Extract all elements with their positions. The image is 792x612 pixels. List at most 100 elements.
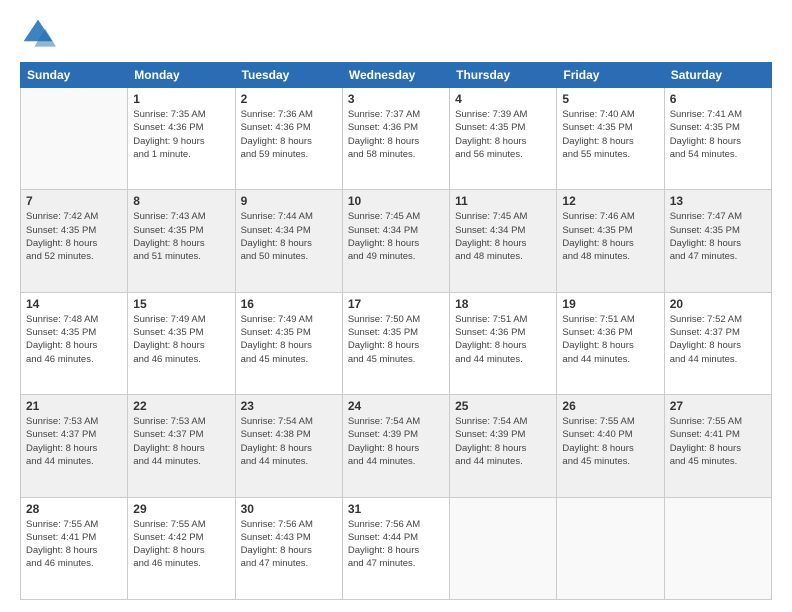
day-number: 3	[348, 92, 444, 106]
calendar-cell	[664, 497, 771, 599]
day-info: Sunrise: 7:52 AMSunset: 4:37 PMDaylight:…	[670, 313, 766, 366]
day-number: 12	[562, 194, 658, 208]
calendar-cell: 27 Sunrise: 7:55 AMSunset: 4:41 PMDayligh…	[664, 395, 771, 497]
day-info: Sunrise: 7:45 AMSunset: 4:34 PMDaylight:…	[455, 210, 551, 263]
day-info: Sunrise: 7:55 AMSunset: 4:40 PMDaylight:…	[562, 415, 658, 468]
calendar-cell	[21, 88, 128, 190]
calendar-header-thursday: Thursday	[450, 63, 557, 88]
day-info: Sunrise: 7:55 AMSunset: 4:41 PMDaylight:…	[670, 415, 766, 468]
day-number: 6	[670, 92, 766, 106]
day-number: 31	[348, 502, 444, 516]
day-info: Sunrise: 7:35 AMSunset: 4:36 PMDaylight:…	[133, 108, 229, 161]
calendar-cell: 31 Sunrise: 7:56 AMSunset: 4:44 PMDayligh…	[342, 497, 449, 599]
calendar-week-4: 21 Sunrise: 7:53 AMSunset: 4:37 PMDayligh…	[21, 395, 772, 497]
calendar-header-monday: Monday	[128, 63, 235, 88]
calendar-header-saturday: Saturday	[664, 63, 771, 88]
day-number: 1	[133, 92, 229, 106]
day-info: Sunrise: 7:40 AMSunset: 4:35 PMDaylight:…	[562, 108, 658, 161]
calendar-cell: 2Sunrise: 7:36 AMSunset: 4:36 PMDaylight…	[235, 88, 342, 190]
calendar-header-sunday: Sunday	[21, 63, 128, 88]
day-info: Sunrise: 7:49 AMSunset: 4:35 PMDaylight:…	[133, 313, 229, 366]
calendar-cell: 1 Sunrise: 7:35 AMSunset: 4:36 PMDaylight…	[128, 88, 235, 190]
day-number: 14	[26, 297, 122, 311]
day-number: 13	[670, 194, 766, 208]
day-number: 7	[26, 194, 122, 208]
day-info: Sunrise: 7:43 AMSunset: 4:35 PMDaylight:…	[133, 210, 229, 263]
day-number: 25	[455, 399, 551, 413]
day-number: 23	[241, 399, 337, 413]
day-number: 17	[348, 297, 444, 311]
day-info: Sunrise: 7:54 AMSunset: 4:38 PMDaylight:…	[241, 415, 337, 468]
day-number: 28	[26, 502, 122, 516]
calendar-header-wednesday: Wednesday	[342, 63, 449, 88]
day-info: Sunrise: 7:49 AMSunset: 4:35 PMDaylight:…	[241, 313, 337, 366]
calendar-cell	[557, 497, 664, 599]
day-info: Sunrise: 7:48 AMSunset: 4:35 PMDaylight:…	[26, 313, 122, 366]
calendar-cell: 20 Sunrise: 7:52 AMSunset: 4:37 PMDayligh…	[664, 292, 771, 394]
day-number: 26	[562, 399, 658, 413]
day-number: 16	[241, 297, 337, 311]
calendar-cell: 30Sunrise: 7:56 AMSunset: 4:43 PMDayligh…	[235, 497, 342, 599]
day-info: Sunrise: 7:45 AMSunset: 4:34 PMDaylight:…	[348, 210, 444, 263]
calendar-cell: 9 Sunrise: 7:44 AMSunset: 4:34 PMDaylight…	[235, 190, 342, 292]
calendar-cell: 21 Sunrise: 7:53 AMSunset: 4:37 PMDayligh…	[21, 395, 128, 497]
calendar-cell: 13 Sunrise: 7:47 AMSunset: 4:35 PMDayligh…	[664, 190, 771, 292]
calendar-cell: 24Sunrise: 7:54 AMSunset: 4:39 PMDayligh…	[342, 395, 449, 497]
day-info: Sunrise: 7:53 AMSunset: 4:37 PMDaylight:…	[26, 415, 122, 468]
day-number: 27	[670, 399, 766, 413]
calendar-cell: 22Sunrise: 7:53 AMSunset: 4:37 PMDayligh…	[128, 395, 235, 497]
day-number: 20	[670, 297, 766, 311]
calendar-cell: 7 Sunrise: 7:42 AMSunset: 4:35 PMDaylight…	[21, 190, 128, 292]
calendar-header-row: SundayMondayTuesdayWednesdayThursdayFrid…	[21, 63, 772, 88]
day-number: 15	[133, 297, 229, 311]
day-number: 19	[562, 297, 658, 311]
calendar-header-tuesday: Tuesday	[235, 63, 342, 88]
day-info: Sunrise: 7:47 AMSunset: 4:35 PMDaylight:…	[670, 210, 766, 263]
calendar-cell: 25 Sunrise: 7:54 AMSunset: 4:39 PMDayligh…	[450, 395, 557, 497]
day-number: 29	[133, 502, 229, 516]
day-info: Sunrise: 7:55 AMSunset: 4:42 PMDaylight:…	[133, 518, 229, 571]
calendar-cell: 15 Sunrise: 7:49 AMSunset: 4:35 PMDayligh…	[128, 292, 235, 394]
day-info: Sunrise: 7:36 AMSunset: 4:36 PMDaylight:…	[241, 108, 337, 161]
day-info: Sunrise: 7:41 AMSunset: 4:35 PMDaylight:…	[670, 108, 766, 161]
calendar-cell: 12 Sunrise: 7:46 AMSunset: 4:35 PMDayligh…	[557, 190, 664, 292]
day-info: Sunrise: 7:53 AMSunset: 4:37 PMDaylight:…	[133, 415, 229, 468]
day-info: Sunrise: 7:44 AMSunset: 4:34 PMDaylight:…	[241, 210, 337, 263]
calendar-cell: 8 Sunrise: 7:43 AMSunset: 4:35 PMDaylight…	[128, 190, 235, 292]
day-number: 30	[241, 502, 337, 516]
day-number: 5	[562, 92, 658, 106]
calendar-week-3: 14 Sunrise: 7:48 AMSunset: 4:35 PMDayligh…	[21, 292, 772, 394]
calendar-week-5: 28 Sunrise: 7:55 AMSunset: 4:41 PMDayligh…	[21, 497, 772, 599]
calendar-cell	[450, 497, 557, 599]
day-info: Sunrise: 7:56 AMSunset: 4:44 PMDaylight:…	[348, 518, 444, 571]
day-number: 8	[133, 194, 229, 208]
day-info: Sunrise: 7:42 AMSunset: 4:35 PMDaylight:…	[26, 210, 122, 263]
logo-icon	[20, 16, 56, 52]
day-info: Sunrise: 7:54 AMSunset: 4:39 PMDaylight:…	[455, 415, 551, 468]
logo	[20, 16, 60, 52]
calendar-cell: 6 Sunrise: 7:41 AMSunset: 4:35 PMDaylight…	[664, 88, 771, 190]
day-number: 11	[455, 194, 551, 208]
calendar-cell: 5 Sunrise: 7:40 AMSunset: 4:35 PMDaylight…	[557, 88, 664, 190]
day-info: Sunrise: 7:51 AMSunset: 4:36 PMDaylight:…	[455, 313, 551, 366]
calendar-cell: 19 Sunrise: 7:51 AMSunset: 4:36 PMDayligh…	[557, 292, 664, 394]
calendar-cell: 4Sunrise: 7:39 AMSunset: 4:35 PMDaylight…	[450, 88, 557, 190]
day-number: 21	[26, 399, 122, 413]
day-info: Sunrise: 7:55 AMSunset: 4:41 PMDaylight:…	[26, 518, 122, 571]
day-info: Sunrise: 7:46 AMSunset: 4:35 PMDaylight:…	[562, 210, 658, 263]
header	[20, 16, 772, 52]
day-number: 9	[241, 194, 337, 208]
calendar-cell: 16 Sunrise: 7:49 AMSunset: 4:35 PMDayligh…	[235, 292, 342, 394]
calendar-cell: 14 Sunrise: 7:48 AMSunset: 4:35 PMDayligh…	[21, 292, 128, 394]
calendar-cell: 17Sunrise: 7:50 AMSunset: 4:35 PMDayligh…	[342, 292, 449, 394]
calendar-week-2: 7 Sunrise: 7:42 AMSunset: 4:35 PMDaylight…	[21, 190, 772, 292]
day-number: 10	[348, 194, 444, 208]
page: SundayMondayTuesdayWednesdayThursdayFrid…	[0, 0, 792, 612]
day-number: 18	[455, 297, 551, 311]
calendar-cell: 29 Sunrise: 7:55 AMSunset: 4:42 PMDayligh…	[128, 497, 235, 599]
calendar-cell: 3Sunrise: 7:37 AMSunset: 4:36 PMDaylight…	[342, 88, 449, 190]
calendar-table: SundayMondayTuesdayWednesdayThursdayFrid…	[20, 62, 772, 600]
day-info: Sunrise: 7:54 AMSunset: 4:39 PMDaylight:…	[348, 415, 444, 468]
day-info: Sunrise: 7:51 AMSunset: 4:36 PMDaylight:…	[562, 313, 658, 366]
calendar-cell: 26 Sunrise: 7:55 AMSunset: 4:40 PMDayligh…	[557, 395, 664, 497]
